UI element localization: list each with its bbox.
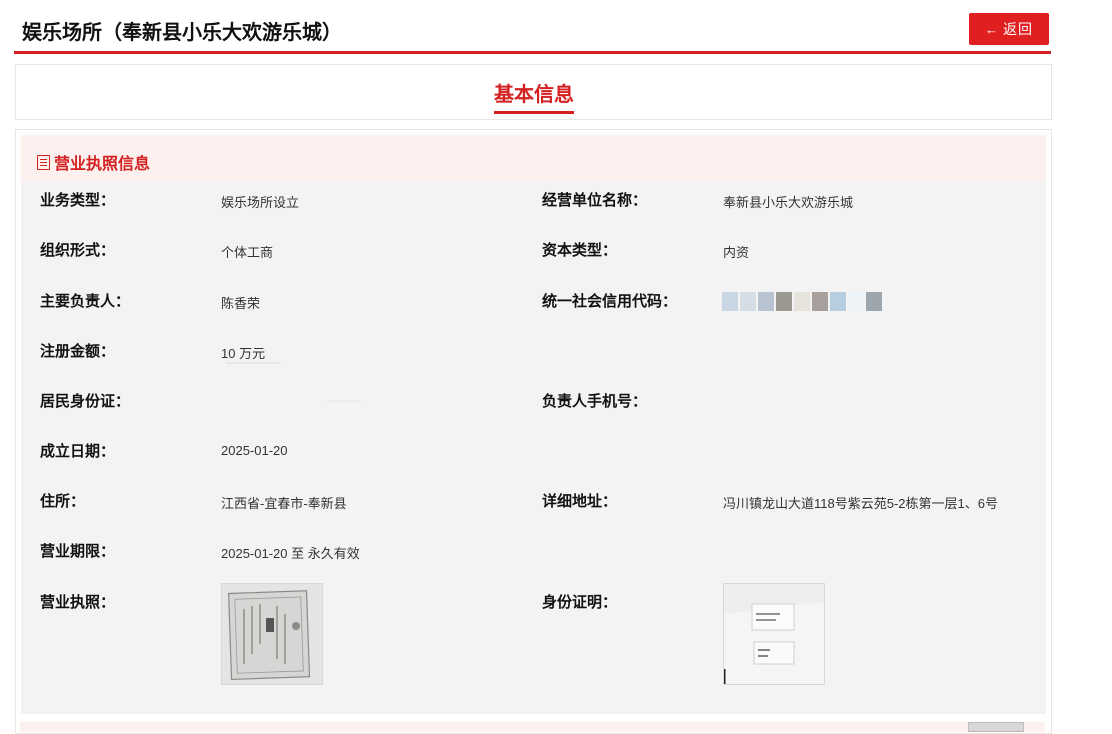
license-image-thumbnail[interactable] xyxy=(221,583,323,685)
tab-basic-info[interactable]: 基本信息 xyxy=(494,78,574,107)
collapse-toggle-button[interactable] xyxy=(968,722,1024,732)
credit-code-redacted xyxy=(722,292,884,311)
field-label-phone: 负责人手机号： xyxy=(542,393,648,410)
field-value-capital-type: 内资 xyxy=(723,245,750,260)
tab-active-indicator xyxy=(494,111,574,114)
field-value-business-type: 娱乐场所设立 xyxy=(221,195,300,210)
field-value-registered-capital: 10 万元 xyxy=(221,346,266,361)
next-section-header xyxy=(20,722,1045,732)
field-label-principal: 主要负责人： xyxy=(40,293,131,310)
page-title: 娱乐场所（奉新县小乐大欢游乐城） xyxy=(22,22,342,44)
license-info-body: 营业执照信息 xyxy=(21,135,1046,714)
field-label-address: 详细地址： xyxy=(542,493,618,510)
field-label-org-form: 组织形式： xyxy=(40,242,116,259)
section-header: 营业执照信息 xyxy=(21,135,1046,181)
field-label-established: 成立日期： xyxy=(40,443,116,460)
field-value-residence: 江西省-宜春市-奉新县 xyxy=(221,496,347,511)
field-label-license: 营业执照： xyxy=(40,594,116,611)
field-value-term: 2025-01-20 至 永久有效 xyxy=(221,546,360,561)
section-title-text: 营业执照信息 xyxy=(54,156,151,173)
id-proof-image-thumbnail[interactable] xyxy=(723,583,825,685)
field-label-capital-type: 资本类型： xyxy=(542,242,618,259)
field-value-address: 冯川镇龙山大道118号紫云苑5-2栋第一层1、6号 xyxy=(723,496,998,511)
back-button-label: 返回 xyxy=(1003,21,1033,37)
field-value-established: 2025-01-20 xyxy=(221,443,288,458)
field-label-registered-capital: 注册金额： xyxy=(40,343,116,360)
field-label-id-proof: 身份证明： xyxy=(542,594,618,611)
field-label-term: 营业期限： xyxy=(40,543,116,560)
field-label-id-card: 居民身份证： xyxy=(40,393,131,410)
field-label-business-name: 经营单位名称： xyxy=(542,192,648,209)
field-label-residence: 住所： xyxy=(40,493,86,510)
page-header: 娱乐场所（奉新县小乐大欢游乐城） ← 返回 xyxy=(14,3,1051,54)
document-icon xyxy=(37,154,50,170)
tab-bar: 基本信息 xyxy=(15,64,1052,120)
field-value-principal: 陈香荣 xyxy=(221,296,261,311)
field-label-credit-code: 统一社会信用代码： xyxy=(542,293,678,310)
field-value-org-form: 个体工商 xyxy=(221,245,274,260)
field-value-business-name: 奉新县小乐大欢游乐城 xyxy=(723,195,854,210)
left-arrow-icon: ← xyxy=(985,21,999,37)
section-title: 营业执照信息 xyxy=(37,150,150,174)
redacted-line xyxy=(326,400,362,402)
redacted-line xyxy=(226,362,281,364)
license-info-panel: 营业执照信息 xyxy=(15,129,1052,734)
back-button[interactable]: ← 返回 xyxy=(969,13,1049,45)
field-label-business-type: 业务类型： xyxy=(40,192,116,209)
